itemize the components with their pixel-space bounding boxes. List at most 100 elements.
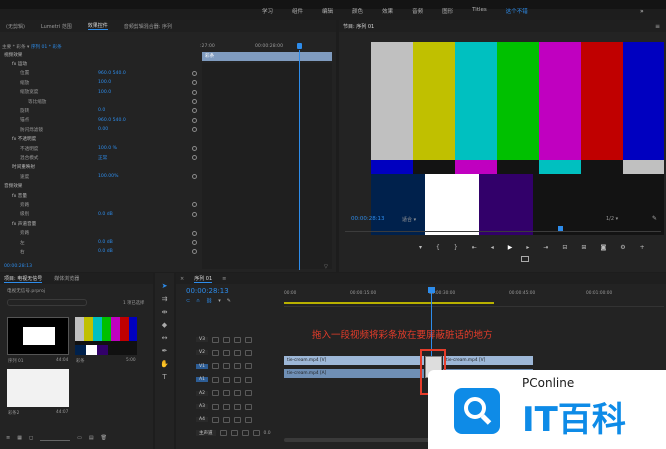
go-to-out-icon[interactable]: ⇥ — [543, 244, 548, 251]
step-forward-icon[interactable]: ▸ — [526, 244, 529, 251]
snap-icon[interactable]: ∩ — [196, 298, 200, 304]
track-toggle-icon[interactable] — [233, 336, 241, 343]
tab-audio-mixer[interactable]: 音频剪辑混合器: 序列 — [124, 23, 172, 30]
project-search[interactable] — [7, 299, 87, 306]
track-toggle-icon[interactable] — [222, 376, 230, 383]
program-title[interactable]: 节目: 序列 01 — [343, 23, 374, 30]
reset-icon[interactable] — [192, 70, 197, 76]
new-item-icon[interactable]: ▤ — [89, 435, 94, 441]
effect-row[interactable]: 混合模式 正常 — [0, 154, 200, 161]
slip-icon[interactable]: ↔ — [160, 334, 169, 343]
effect-row[interactable]: 右 0.0 dB — [0, 248, 200, 255]
tab-media-browser[interactable]: 媒体浏览器 — [54, 275, 79, 282]
track-header[interactable]: V2 — [176, 348, 282, 357]
track-toggle-icon[interactable] — [211, 336, 219, 343]
workspace-tab[interactable]: 编辑 — [322, 7, 333, 19]
effect-row[interactable]: 速度 100.00% — [0, 173, 200, 180]
effect-value[interactable]: 960.0 540.0 — [98, 71, 126, 76]
track-toggle-icon[interactable] — [222, 416, 230, 423]
hand-icon[interactable]: ✋ — [160, 360, 169, 369]
tab-no-clip[interactable]: (无剪辑) — [6, 23, 25, 30]
effect-row[interactable]: fx 不透明度 — [0, 136, 200, 143]
reset-icon[interactable] — [192, 211, 197, 217]
program-timecode[interactable]: 00:00:28:13 — [351, 216, 385, 222]
marker-icon[interactable]: ▾ — [419, 244, 422, 251]
trash-icon[interactable]: 🗑 — [101, 435, 107, 441]
linked-icon[interactable]: ⛓ — [206, 298, 212, 304]
track-header[interactable]: A3 — [176, 402, 282, 411]
menu-more-icon[interactable]: » — [640, 8, 644, 15]
effect-row[interactable]: 视频效果 — [0, 51, 200, 58]
effect-row[interactable]: 旋转 0.0 — [0, 107, 200, 114]
nest-icon[interactable]: ⊂ — [186, 298, 190, 304]
track-toggle-icon[interactable] — [222, 403, 230, 410]
workspace-tab[interactable]: 颜色 — [352, 7, 363, 19]
effect-row[interactable]: 音频效果 — [0, 183, 200, 190]
reset-icon[interactable] — [192, 89, 197, 95]
workspace-tab[interactable]: 组件 — [292, 7, 303, 19]
workspace-tab[interactable]: 效果 — [382, 7, 393, 19]
workspace-tab[interactable]: Titles — [472, 7, 487, 19]
effect-row[interactable]: 缩放 100.0 — [0, 79, 200, 86]
reset-icon[interactable] — [192, 202, 197, 208]
effect-row[interactable]: fx 运动 — [0, 60, 200, 67]
track-header[interactable]: V3 — [176, 335, 282, 344]
program-scrubber[interactable] — [345, 228, 661, 232]
type-icon[interactable]: T — [160, 373, 169, 382]
effect-row[interactable]: 防闪烁滤镜 0.00 — [0, 126, 200, 133]
timeline-timecode[interactable]: 00:00:28:13 — [186, 287, 229, 295]
track-toggle-icon[interactable] — [211, 416, 219, 423]
workspace-tab-active[interactable]: 这个不错 — [506, 7, 528, 19]
track-toggle-icon[interactable] — [233, 390, 241, 397]
track-toggle-icon[interactable] — [211, 376, 219, 383]
ripple-edit-icon[interactable]: ⇹ — [160, 308, 169, 317]
tab-effect-controls[interactable]: 效果控件 — [87, 22, 108, 30]
track-toggle-icon[interactable] — [222, 336, 230, 343]
timeline-playhead-head[interactable] — [428, 287, 435, 293]
track-header[interactable]: V1 — [176, 362, 282, 371]
mini-playhead[interactable] — [297, 43, 302, 49]
add-icon[interactable]: + — [640, 244, 645, 251]
effect-row[interactable]: 级别 0.0 dB — [0, 211, 200, 218]
thumb-white-clip[interactable] — [7, 369, 69, 407]
effect-value[interactable]: 960.0 540.0 — [98, 118, 126, 123]
effect-row[interactable]: 不透明度 100.0 % — [0, 145, 200, 152]
reset-icon[interactable] — [192, 99, 197, 104]
track-toggle-icon[interactable] — [244, 376, 252, 383]
track-header[interactable]: A2 — [176, 389, 282, 398]
track-toggle-icon[interactable] — [219, 430, 227, 437]
pen-icon[interactable]: ✒ — [160, 347, 169, 356]
track-toggle-icon[interactable] — [233, 376, 241, 383]
reset-icon[interactable] — [192, 108, 197, 114]
go-to-in-icon[interactable]: ⇤ — [472, 244, 477, 251]
track-toggle-icon[interactable] — [230, 430, 238, 437]
workspace-tab[interactable]: 学习 — [262, 7, 273, 19]
reset-icon[interactable] — [192, 249, 197, 255]
effect-row[interactable]: 锚点 960.0 540.0 — [0, 117, 200, 124]
extract-icon[interactable]: ⊞ — [581, 244, 586, 251]
track-toggle-icon[interactable] — [244, 416, 252, 423]
track-toggle-icon[interactable] — [241, 430, 249, 437]
selection-tool-icon[interactable]: ➤ — [160, 282, 169, 291]
lift-icon[interactable]: ⊟ — [562, 244, 567, 251]
clip-v1-right[interactable]: tie-cream.mp4 [V] — [443, 356, 533, 365]
effect-value[interactable]: 100.0 % — [98, 146, 117, 151]
track-toggle-icon[interactable] — [211, 349, 219, 356]
track-header[interactable]: A1 — [176, 375, 282, 384]
resolution-dropdown[interactable]: 1/2 ▾ — [606, 216, 618, 222]
track-toggle-icon[interactable] — [233, 363, 241, 370]
mini-clip-bar[interactable]: 彩条 — [202, 52, 332, 61]
wrench-icon[interactable]: ✎ — [227, 298, 231, 304]
play-icon[interactable]: ▶ — [508, 244, 513, 251]
program-menu-icon[interactable]: ≡ — [655, 23, 660, 30]
effect-row[interactable]: 时间重映射 — [0, 164, 200, 171]
effect-row[interactable]: 旁路 — [0, 230, 200, 237]
close-icon[interactable]: × — [180, 276, 184, 282]
track-toggle-icon[interactable] — [244, 363, 252, 370]
source-selector[interactable]: 主要 * 彩条 ▾ 序列 01 * 彩条 — [2, 44, 62, 50]
track-toggle-icon[interactable] — [233, 349, 241, 356]
clip-v1-left[interactable]: tie-cream.mp4 [V] — [284, 356, 424, 365]
reset-icon[interactable] — [192, 174, 197, 180]
reset-icon[interactable] — [192, 80, 197, 86]
funnel-icon[interactable]: ▽ — [324, 264, 328, 270]
